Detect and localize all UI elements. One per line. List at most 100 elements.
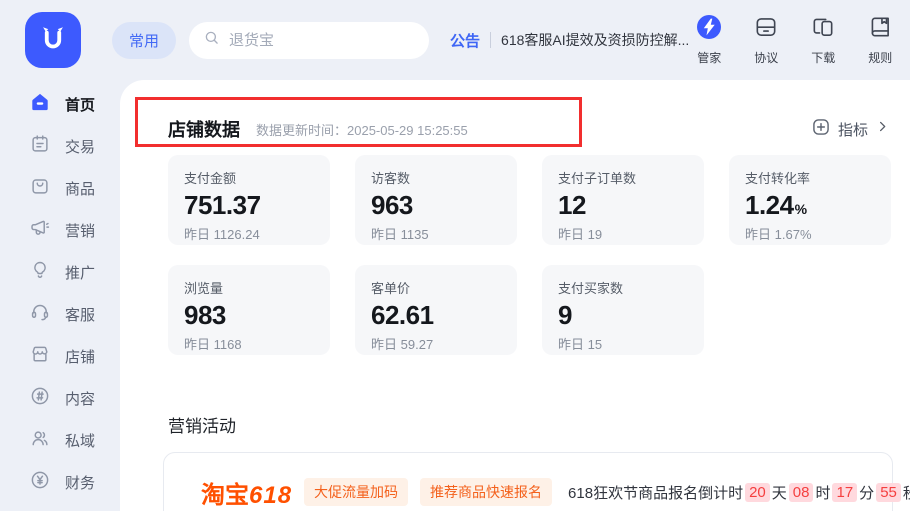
countdown: 618狂欢节商品报名倒计时 20天 08时 17分 55秒 [568, 482, 910, 503]
metric-unit: % [795, 201, 807, 217]
metric-card-pageviews[interactable]: 浏览量 983 昨日 1168 [168, 265, 330, 355]
sidebar-item-private-domain[interactable]: 私域 [0, 419, 120, 461]
metric-card-avg-order-value[interactable]: 客单价 62.61 昨日 59.27 [355, 265, 517, 355]
update-time-value: 2025-05-29 15:25:55 [347, 123, 468, 138]
countdown-minutes: 17 [832, 483, 857, 502]
metric-label: 访客数 [371, 168, 501, 187]
qianniu-dashboard: 常用 公告 618客服AI提效及资损防控解... [0, 0, 910, 511]
announcement-bar[interactable]: 公告 618客服AI提效及资损防控解... [450, 30, 689, 51]
sidebar-item-promotion[interactable]: 推广 [0, 251, 120, 293]
sidebar-item-goods[interactable]: 商品 [0, 167, 120, 209]
shop-data-header: 店铺数据 数据更新时间：2025-05-29 15:25:55 指标 [168, 116, 890, 142]
metric-card-paid-suborders[interactable]: 支付子订单数 12 昨日 19 [542, 155, 704, 245]
countdown-prefix: 618狂欢节商品报名倒计时 [568, 482, 743, 503]
metric-label: 支付子订单数 [558, 168, 688, 187]
rules-label: 规则 [868, 49, 892, 66]
countdown-minutes-unit: 分 [859, 482, 874, 503]
quick-access-button[interactable]: 常用 [112, 22, 176, 59]
metric-yesterday: 昨日 15 [558, 334, 688, 353]
shop-icon [29, 343, 51, 370]
countdown-days: 20 [745, 483, 770, 502]
sidebar-label-shop: 店铺 [65, 346, 95, 367]
countdown-hours-unit: 时 [815, 482, 830, 503]
agreement-action[interactable]: 协议 [746, 14, 786, 66]
sidebar-item-shop[interactable]: 店铺 [0, 335, 120, 377]
taobao-618-banner[interactable]: 淘宝618 大促流量加码 推荐商品快速报名 618狂欢节商品报名倒计时 20天 … [163, 452, 893, 511]
agreement-label: 协议 [754, 49, 778, 66]
sidebar-item-marketing[interactable]: 营销 [0, 209, 120, 251]
metric-value: 983 [184, 300, 226, 331]
metric-card-paid-buyers[interactable]: 支付买家数 9 昨日 15 [542, 265, 704, 355]
metric-label: 客单价 [371, 278, 501, 297]
metric-yesterday: 昨日 1168 [184, 334, 314, 353]
customer-service-icon [29, 301, 51, 328]
metric-yesterday: 昨日 1126.24 [184, 224, 314, 243]
announcement-divider [490, 32, 491, 48]
announcement-label: 公告 [450, 30, 480, 51]
download-action[interactable]: 下载 [803, 14, 843, 66]
update-time-label: 数据更新时间： [256, 123, 347, 138]
main-panel: 店铺数据 数据更新时间：2025-05-29 15:25:55 指标 [120, 80, 910, 511]
sidebar-label-marketing: 营销 [65, 220, 95, 241]
metrics-config-button[interactable]: 指标 [811, 117, 890, 142]
countdown-seconds: 55 [876, 483, 901, 502]
metric-value: 1.24 [745, 190, 794, 221]
sidebar-nav: 首页 交易 商品 [0, 80, 120, 511]
metric-label: 支付买家数 [558, 278, 688, 297]
countdown-hours: 08 [789, 483, 814, 502]
metric-yesterday: 昨日 1.67% [745, 224, 875, 243]
metric-label: 支付转化率 [745, 168, 875, 187]
sidebar-item-trade[interactable]: 交易 [0, 125, 120, 167]
sidebar-label-promotion: 推广 [65, 262, 95, 283]
qianniu-logo[interactable] [25, 12, 81, 68]
topbar-actions: 管家 协议 下载 [689, 14, 900, 66]
sidebar-label-home: 首页 [65, 94, 95, 115]
sidebar-item-finance[interactable]: 财务 [0, 461, 120, 503]
marketing-section-title: 营销活动 [168, 412, 236, 437]
announcement-text[interactable]: 618客服AI提效及资损防控解... [501, 30, 689, 50]
sidebar-label-content: 内容 [65, 388, 95, 409]
metric-card-payment-amount[interactable]: 支付金额 751.37 昨日 1126.24 [168, 155, 330, 245]
metric-value: 9 [558, 300, 572, 331]
top-bar: 常用 公告 618客服AI提效及资损防控解... [0, 0, 910, 80]
metric-card-visitors[interactable]: 访客数 963 昨日 1135 [355, 155, 517, 245]
home-icon [29, 91, 51, 118]
banner-tag-traffic[interactable]: 大促流量加码 [304, 478, 408, 506]
plus-square-icon [811, 117, 831, 142]
rules-icon [867, 14, 893, 45]
search-icon [203, 29, 221, 52]
metric-yesterday: 昨日 1135 [371, 224, 501, 243]
metric-value: 62.61 [371, 300, 434, 331]
butler-bolt-icon [696, 14, 722, 45]
metric-value: 12 [558, 190, 586, 221]
metric-label: 浏览量 [184, 278, 314, 297]
rules-action[interactable]: 规则 [860, 14, 900, 66]
trade-icon [29, 133, 51, 160]
sidebar-item-customer-service[interactable]: 客服 [0, 293, 120, 335]
sidebar-item-content[interactable]: 内容 [0, 377, 120, 419]
metric-value: 963 [371, 190, 413, 221]
sidebar-label-private-domain: 私域 [65, 430, 95, 451]
sidebar-label-goods: 商品 [65, 178, 95, 199]
private-domain-people-icon [29, 427, 51, 454]
update-time: 数据更新时间：2025-05-29 15:25:55 [256, 120, 468, 139]
page-title: 店铺数据 [168, 116, 240, 142]
metric-label: 支付金额 [184, 168, 314, 187]
taobao-618-logo: 淘宝618 [201, 475, 292, 510]
promotion-lightbulb-icon [29, 259, 51, 286]
bull-icon [36, 21, 70, 60]
countdown-seconds-unit: 秒 [903, 482, 910, 503]
countdown-days-unit: 天 [772, 482, 787, 503]
butler-label: 管家 [697, 49, 721, 66]
search-input[interactable] [229, 32, 399, 49]
search-box[interactable] [189, 22, 429, 59]
banner-tag-signup[interactable]: 推荐商品快速报名 [420, 478, 552, 506]
marketing-icon [29, 217, 51, 244]
download-label: 下载 [811, 49, 835, 66]
goods-icon [29, 175, 51, 202]
sidebar-item-home[interactable]: 首页 [0, 83, 120, 125]
metric-value: 751.37 [184, 190, 261, 221]
metric-card-conversion-rate[interactable]: 支付转化率 1.24% 昨日 1.67% [729, 155, 891, 245]
butler-action[interactable]: 管家 [689, 14, 729, 66]
sidebar-label-customer-service: 客服 [65, 304, 95, 325]
